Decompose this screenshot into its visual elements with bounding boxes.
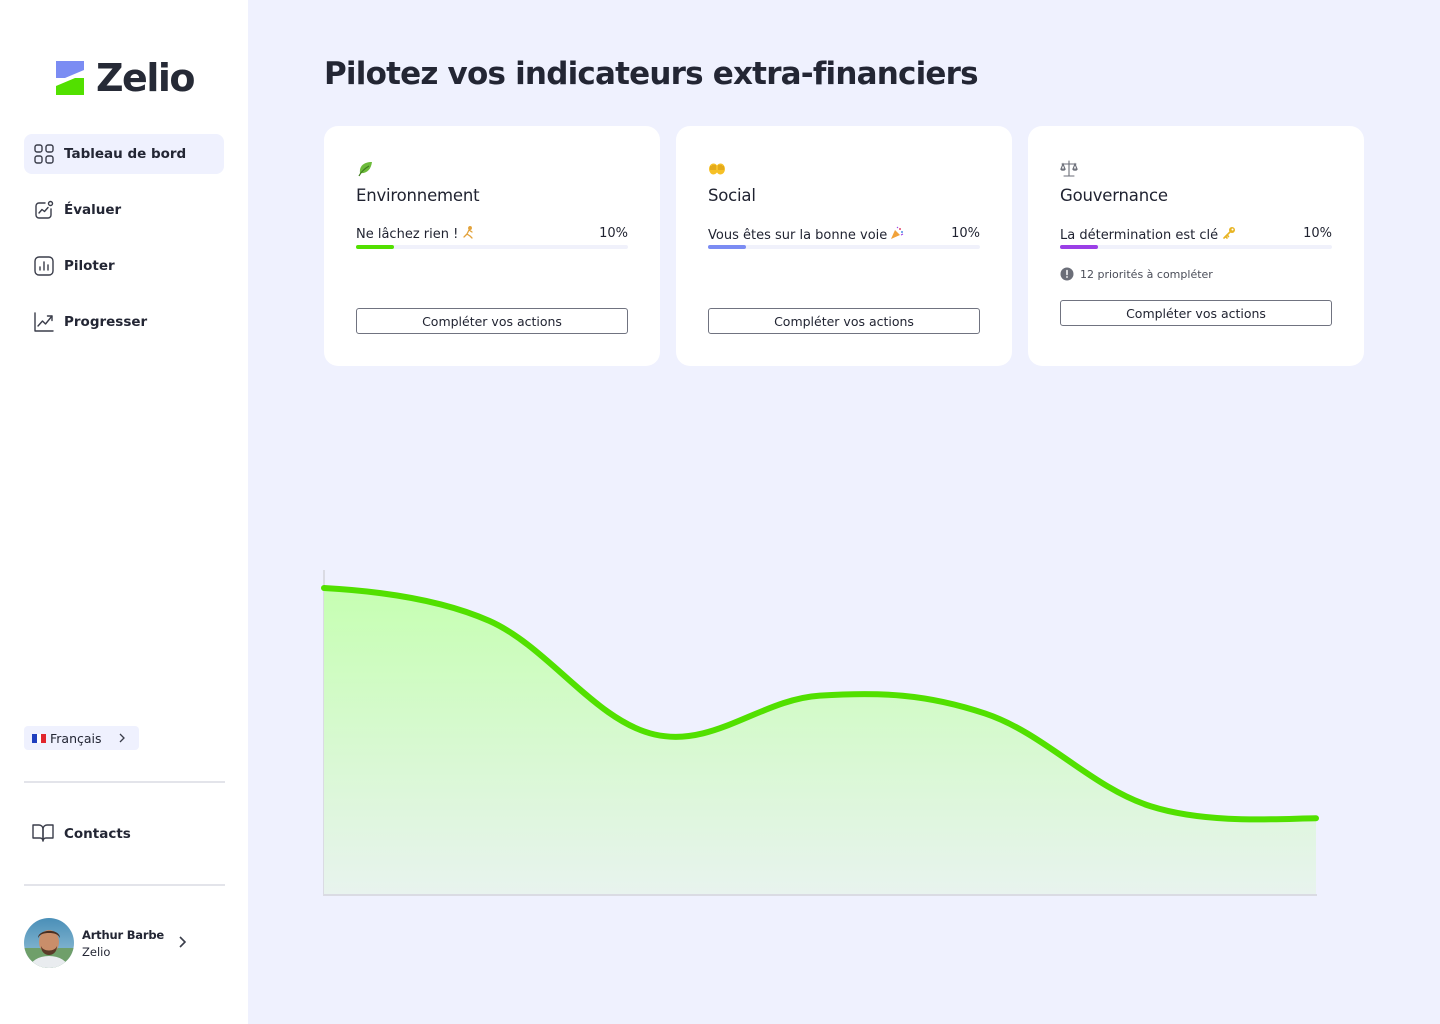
trend-up-icon — [34, 312, 54, 332]
priority-notice-text: 12 priorités à compléter — [1080, 267, 1213, 281]
card-message: Ne lâchez rien ! — [356, 226, 475, 243]
page-title: Pilotez vos indicateurs extra-financiers — [324, 56, 979, 92]
progress-fill — [1060, 245, 1099, 249]
contacts-link[interactable]: Contacts — [32, 822, 131, 846]
progress-bar — [1060, 245, 1332, 249]
party-icon — [890, 226, 904, 244]
progress-percent: 10% — [951, 226, 980, 241]
scales-icon — [1060, 160, 1078, 178]
divider — [24, 781, 225, 783]
priority-notice: 12 priorités à compléter — [1060, 267, 1213, 281]
chevron-right-icon — [178, 934, 187, 953]
card-social: Social Vous êtes sur la bonne voie 10% C… — [676, 126, 1012, 366]
user-profile[interactable]: Arthur Barbe Zelio — [24, 918, 187, 968]
book-icon — [32, 822, 54, 846]
progress-fill — [356, 245, 395, 249]
divider — [24, 884, 225, 886]
chevron-right-icon — [118, 731, 126, 746]
card-message: Vous êtes sur la bonne voie — [708, 226, 904, 244]
language-label: Français — [50, 730, 102, 746]
sidebar: Zelio Tableau de bord Évaluer Piloter Pr… — [0, 0, 248, 1024]
runner-icon — [462, 226, 475, 243]
avatar — [24, 918, 74, 968]
nav-label: Progresser — [64, 314, 148, 330]
card-title: Gouvernance — [1060, 186, 1168, 205]
card-title: Social — [708, 186, 756, 205]
nav-item-evaluer[interactable]: Évaluer — [24, 190, 224, 230]
progress-percent: 10% — [1303, 226, 1332, 241]
nav-label: Tableau de bord — [64, 146, 187, 162]
alert-icon — [1060, 267, 1074, 281]
chart-line-icon — [34, 200, 54, 220]
key-icon — [1222, 226, 1236, 244]
nav-item-piloter[interactable]: Piloter — [24, 246, 224, 286]
grid-icon — [34, 144, 54, 164]
user-org: Zelio — [82, 944, 111, 959]
area-chart — [321, 570, 1319, 896]
nav-label: Piloter — [64, 258, 115, 274]
nav-label: Évaluer — [64, 202, 122, 218]
zelio-logo[interactable]: Zelio — [56, 56, 195, 100]
card-message-text: Vous êtes sur la bonne voie — [708, 227, 888, 243]
bar-chart-icon — [34, 256, 54, 276]
user-name: Arthur Barbe — [82, 927, 164, 942]
progress-percent: 10% — [599, 226, 628, 241]
progress-bar — [356, 245, 628, 249]
card-gouvernance: Gouvernance La détermination est clé 10%… — [1028, 126, 1364, 366]
hands-icon — [708, 160, 726, 178]
language-selector[interactable]: Français — [24, 726, 139, 750]
chart-area-fill — [324, 588, 1316, 895]
nav-item-progresser[interactable]: Progresser — [24, 302, 224, 342]
zelio-logo-icon — [56, 61, 84, 95]
main-nav: Tableau de bord Évaluer Piloter Progress… — [24, 134, 224, 358]
flag-fr-icon — [32, 733, 47, 743]
card-message: La détermination est clé — [1060, 226, 1236, 244]
card-title: Environnement — [356, 186, 480, 205]
brand-name: Zelio — [96, 56, 195, 100]
complete-actions-button[interactable]: Compléter vos actions — [356, 308, 628, 334]
card-message-text: Ne lâchez rien ! — [356, 227, 459, 242]
complete-actions-button[interactable]: Compléter vos actions — [708, 308, 980, 334]
complete-actions-button[interactable]: Compléter vos actions — [1060, 300, 1332, 326]
nav-item-tableau-de-bord[interactable]: Tableau de bord — [24, 134, 224, 174]
progress-fill — [708, 245, 747, 249]
leaf-icon — [356, 160, 374, 178]
card-environnement: Environnement Ne lâchez rien ! 10% Compl… — [324, 126, 660, 366]
progress-bar — [708, 245, 980, 249]
contacts-label: Contacts — [64, 826, 131, 842]
card-message-text: La détermination est clé — [1060, 227, 1219, 243]
